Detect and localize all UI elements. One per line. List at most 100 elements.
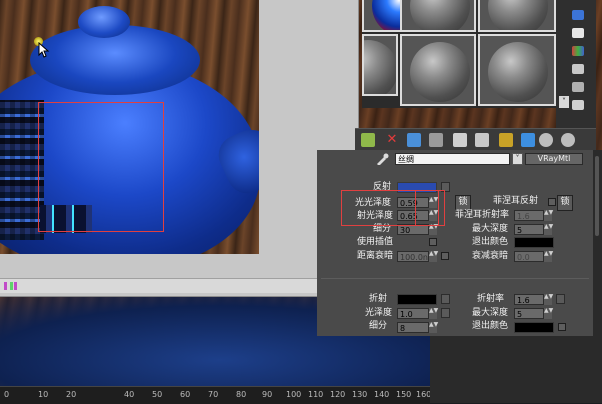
material-name-dropdown-icon[interactable]: ˅ <box>512 153 523 165</box>
make-unique-icon[interactable] <box>407 133 421 147</box>
ior-label: 折射率 <box>477 294 505 304</box>
refr-exit-color-swatch[interactable] <box>514 322 554 333</box>
refr-subdivs-label: 细分 <box>369 321 388 331</box>
fresnel-reflections-checkbox[interactable] <box>548 198 556 206</box>
fresnel-ior-spinner[interactable]: ▲▼ <box>544 210 553 221</box>
refraction-map-button[interactable] <box>441 294 450 304</box>
refraction-color-swatch[interactable] <box>397 294 437 305</box>
go-to-parent-icon[interactable] <box>521 133 535 147</box>
region-highlight-box <box>38 102 164 232</box>
channel-icon-g <box>10 282 13 290</box>
pick-material-icon[interactable] <box>561 133 575 147</box>
panel-scrollbar[interactable] <box>593 150 602 336</box>
fresnel-ior-input[interactable]: 1.6 <box>514 210 544 221</box>
rendered-image[interactable] <box>0 0 259 254</box>
material-slot-4[interactable] <box>362 34 398 96</box>
refr-max-depth-label: 最大深度 <box>472 308 509 318</box>
slot-sphere <box>410 0 470 30</box>
ruler-tick: 120 <box>330 390 346 399</box>
ruler-tick: 20 <box>66 390 77 399</box>
refraction-title: 折射 <box>369 294 388 304</box>
slot-sphere <box>364 40 396 94</box>
refr-exit-color-label: 退出颜色 <box>472 321 509 331</box>
ruler-tick: 40 <box>124 390 135 399</box>
render-frame-window: ≜ <box>0 0 359 297</box>
eyedropper-icon[interactable] <box>375 153 389 165</box>
slot-sphere <box>488 0 548 30</box>
material-slot-2[interactable] <box>400 0 476 32</box>
refl-exit-color-swatch[interactable] <box>514 237 554 248</box>
scrollbar-thumb[interactable] <box>595 156 599 236</box>
ior-input[interactable]: 1.6 <box>514 294 544 305</box>
material-name-field[interactable]: 丝绸 <box>395 153 510 165</box>
ruler-tick: 130 <box>352 390 368 399</box>
refl-max-depth-label: 最大深度 <box>472 224 509 234</box>
refr-subdivs-spinner[interactable]: ▲▼ <box>429 322 438 333</box>
background-icon[interactable] <box>572 46 584 56</box>
timeline-ruler[interactable]: 0 10 20 40 50 60 70 80 90 100 110 120 13… <box>0 386 431 404</box>
refr-gloss-input[interactable]: 1.0 <box>397 308 429 319</box>
ruler-tick: 0 <box>4 390 10 399</box>
refr-subdivs-input[interactable]: 8 <box>397 322 429 333</box>
slot-sphere <box>410 42 470 102</box>
fresnel-reflections-label: 菲涅耳反射 <box>493 196 539 206</box>
dim-falloff-input[interactable]: 0.0 <box>514 251 544 262</box>
render-status-bar: ≜ <box>0 278 358 293</box>
channel-icon-r <box>4 282 7 290</box>
refr-max-depth-spinner[interactable]: ▲▼ <box>544 308 553 319</box>
ior-map-button[interactable] <box>556 294 565 304</box>
status-area <box>430 336 602 403</box>
sample-type-icon[interactable] <box>572 10 584 20</box>
mouse-cursor-icon <box>38 42 50 58</box>
dim-distance-checkbox[interactable] <box>441 252 449 260</box>
gloss-values-highlight-box <box>415 190 445 226</box>
slots-scroll-down-icon[interactable]: ˅ <box>559 96 569 108</box>
refr-gloss-label: 光泽度 <box>365 308 393 318</box>
uv-tiling-icon[interactable] <box>572 64 584 74</box>
fresnel-lock-button[interactable]: 锁 <box>557 195 573 211</box>
material-type-button[interactable]: VRayMtl <box>525 153 583 165</box>
delete-icon[interactable]: ✕ <box>385 133 399 147</box>
material-slot-6[interactable] <box>478 34 556 106</box>
ruler-tick: 10 <box>38 390 49 399</box>
show-in-viewport-icon[interactable] <box>475 133 489 147</box>
refr-gloss-spinner[interactable]: ▲▼ <box>429 308 438 319</box>
use-interpolation-checkbox[interactable] <box>429 238 437 246</box>
video-color-check-icon[interactable] <box>572 82 584 92</box>
ruler-tick: 70 <box>208 390 219 399</box>
refl-max-depth-spinner[interactable]: ▲▼ <box>544 224 553 235</box>
get-material-icon[interactable] <box>361 133 375 147</box>
dim-distance-spinner[interactable]: ▲▼ <box>429 251 438 262</box>
ruler-tick: 80 <box>236 390 247 399</box>
teapot-knob <box>78 6 130 38</box>
go-forward-sibling-icon[interactable] <box>539 133 553 147</box>
ruler-tick: 100 <box>286 390 302 399</box>
refr-max-depth-input[interactable]: 5 <box>514 308 544 319</box>
ruler-tick: 50 <box>152 390 163 399</box>
ruler-tick: 60 <box>180 390 191 399</box>
backlight-icon[interactable] <box>572 28 584 38</box>
ruler-tick: 90 <box>262 390 273 399</box>
material-slots-grid <box>362 0 556 108</box>
slot-sphere <box>488 42 548 102</box>
ruler-tick: 110 <box>308 390 324 399</box>
dim-falloff-label: 衰减衰暗 <box>472 251 509 261</box>
dim-distance-input[interactable]: 100.0n <box>397 251 429 262</box>
refr-gloss-map-button[interactable] <box>441 308 450 318</box>
material-id-icon[interactable] <box>453 133 467 147</box>
refr-exit-color-checkbox[interactable] <box>558 323 566 331</box>
dim-distance-label: 距离衰暗 <box>357 251 394 261</box>
channel-icon-b <box>14 282 17 290</box>
material-toolbar: ✕ <box>355 128 596 151</box>
material-slot-5[interactable] <box>400 34 476 106</box>
ruler-tick: 140 <box>374 390 390 399</box>
ior-spinner[interactable]: ▲▼ <box>544 294 553 305</box>
material-slot-3[interactable] <box>478 0 556 32</box>
put-to-library-icon[interactable] <box>429 133 443 147</box>
dim-falloff-spinner[interactable]: ▲▼ <box>544 251 553 262</box>
options-icon[interactable] <box>572 100 584 110</box>
ruler-tick: 150 <box>396 390 412 399</box>
show-end-result-icon[interactable] <box>499 133 513 147</box>
use-interpolation-label: 使用插值 <box>357 237 394 247</box>
refl-max-depth-input[interactable]: 5 <box>514 224 544 235</box>
